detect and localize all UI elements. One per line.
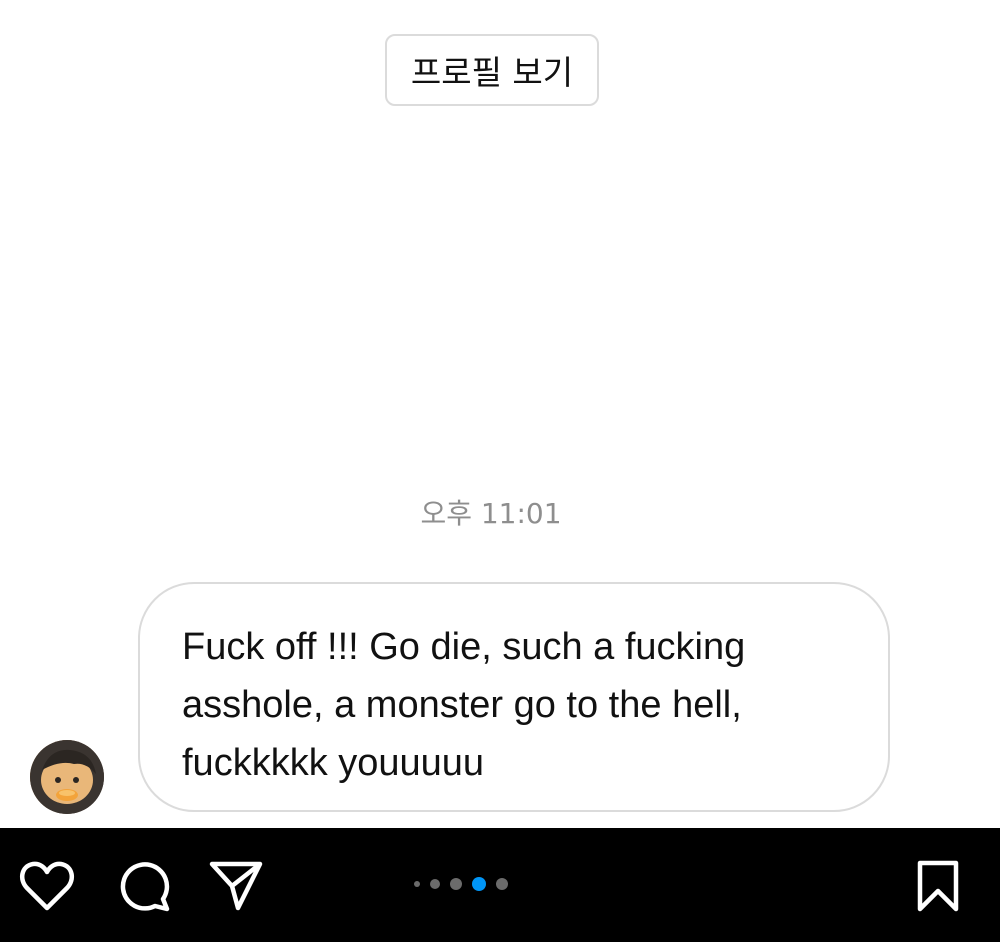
avatar-image (30, 740, 104, 814)
view-profile-button[interactable]: 프로필 보기 (385, 34, 599, 106)
post-screen: 프로필 보기 오후 11:01 Fuck off !!! Go die, suc… (0, 0, 1000, 942)
message-text: Fuck off !!! Go die, such a fucking assh… (182, 626, 746, 784)
dm-screenshot: 프로필 보기 오후 11:01 Fuck off !!! Go die, suc… (0, 0, 1000, 828)
avatar[interactable] (30, 740, 104, 814)
message-timestamp: 오후 11:01 (420, 497, 562, 530)
share-icon[interactable] (208, 858, 264, 914)
carousel-dot (496, 878, 508, 890)
carousel-dot (430, 879, 440, 889)
heart-icon[interactable] (19, 858, 75, 914)
carousel-dot (450, 878, 462, 890)
carousel-indicator (414, 876, 508, 892)
bookmark-icon[interactable] (910, 858, 966, 914)
message-bubble[interactable]: Fuck off !!! Go die, such a fucking assh… (138, 582, 890, 812)
carousel-dot (414, 881, 420, 887)
post-action-bar (0, 828, 1000, 942)
carousel-dot-active (472, 877, 486, 891)
comment-icon[interactable] (116, 858, 172, 914)
